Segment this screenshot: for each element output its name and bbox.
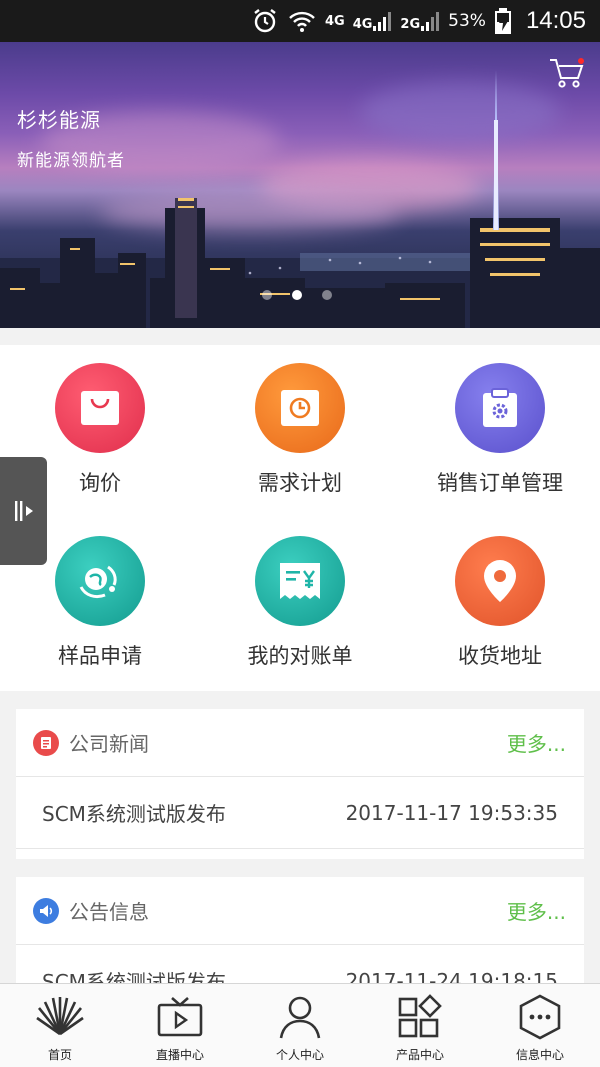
tab-label: 个人中心 xyxy=(275,1048,324,1062)
menu-item-statement[interactable]: 我的对账单 xyxy=(200,518,400,691)
announcements-header: 公告信息 更多... xyxy=(16,877,584,945)
network-type-3: 2G xyxy=(400,17,421,32)
speaker-icon xyxy=(33,897,59,924)
wifi-icon xyxy=(287,8,317,34)
side-drawer-toggle[interactable] xyxy=(0,457,47,565)
news-item-title: SCM系统测试版发布 xyxy=(42,802,226,826)
menu-item-label: 销售订单管理 xyxy=(437,471,563,495)
hexagon-chat-icon xyxy=(515,992,565,1042)
tab-products[interactable]: 产品中心 xyxy=(360,984,480,1067)
banner-title: 杉杉能源 xyxy=(17,108,101,132)
news-list-item[interactable]: SCM系统测试版发布 2017-11-17 19:53:35 xyxy=(16,777,584,849)
shopping-cart-icon[interactable] xyxy=(548,56,584,90)
location-pin-icon xyxy=(455,536,545,626)
company-news-card: 公司新闻 更多... SCM系统测试版发布 2017-11-17 19:53:3… xyxy=(16,709,584,859)
signal-icon: 4G xyxy=(353,10,393,32)
tab-label: 信息中心 xyxy=(515,1048,564,1062)
carousel-dots xyxy=(262,290,332,300)
news-doc-icon xyxy=(33,729,59,756)
network-type-1: 4G xyxy=(324,13,345,29)
receipt-yen-icon xyxy=(255,536,345,626)
grid-diamond-icon xyxy=(395,992,445,1042)
tab-profile[interactable]: 个人中心 xyxy=(240,984,360,1067)
person-icon xyxy=(275,992,325,1042)
clipboard-gear-icon xyxy=(455,363,545,453)
tab-live[interactable]: 直播中心 xyxy=(120,984,240,1067)
company-news-title: 公司新闻 xyxy=(69,732,149,756)
company-news-more-link[interactable]: 更多... xyxy=(507,728,566,757)
feature-menu-grid: 询价 需求计划 销售订单管理 样品申请 我的对账单 收货地址 xyxy=(0,345,600,691)
globe-person-icon xyxy=(55,536,145,626)
menu-item-label: 收货地址 xyxy=(458,644,542,668)
tab-messages[interactable]: 信息中心 xyxy=(480,984,600,1067)
city-skyline-image xyxy=(0,198,600,328)
status-bar: 4G 4G 2G 53% 14:05 xyxy=(0,0,600,42)
announcements-title: 公告信息 xyxy=(69,900,149,924)
card-spacer xyxy=(16,849,584,859)
tab-home[interactable]: 首页 xyxy=(0,984,120,1067)
alarm-icon xyxy=(251,7,279,35)
news-item-date: 2017-11-17 19:53:35 xyxy=(345,800,558,825)
announcements-more-link[interactable]: 更多... xyxy=(507,896,566,925)
company-news-header: 公司新闻 更多... xyxy=(16,709,584,777)
tv-play-icon xyxy=(155,992,205,1042)
banner-subtitle: 新能源领航者 xyxy=(17,151,125,171)
clock-time: 14:05 xyxy=(525,7,586,34)
shopping-bag-icon xyxy=(55,363,145,453)
carousel-dot[interactable] xyxy=(322,290,332,300)
signal-icon-2: 2G xyxy=(400,10,440,32)
battery-charging-icon xyxy=(494,7,512,35)
menu-item-label: 我的对账单 xyxy=(247,644,353,668)
menu-item-label: 样品申请 xyxy=(58,644,142,668)
hero-banner-carousel[interactable]: 杉杉能源 新能源领航者 xyxy=(0,42,600,328)
menu-item-label: 需求计划 xyxy=(258,471,342,495)
home-logo-icon xyxy=(35,992,85,1042)
tab-label: 首页 xyxy=(47,1048,72,1062)
clock-icon xyxy=(255,363,345,453)
app-screen: 4G 4G 2G 53% 14:05 杉杉能源 新能源领航者 询价 需求计划 销… xyxy=(0,0,600,1067)
tab-label: 直播中心 xyxy=(155,1048,204,1062)
battery-percent: 53% xyxy=(448,11,486,31)
tab-label: 产品中心 xyxy=(395,1048,444,1062)
carousel-dot-active[interactable] xyxy=(292,290,302,300)
menu-item-shipping-address[interactable]: 收货地址 xyxy=(400,518,600,691)
menu-item-demand-plan[interactable]: 需求计划 xyxy=(200,345,400,518)
network-type-2: 4G xyxy=(352,17,373,32)
bottom-tab-bar: 首页 直播中心 个人中心 产品中心 信息中心 xyxy=(0,983,600,1067)
carousel-dot[interactable] xyxy=(262,290,272,300)
menu-item-sales-orders[interactable]: 销售订单管理 xyxy=(400,345,600,518)
spire-image xyxy=(493,70,499,230)
drawer-expand-icon xyxy=(14,501,33,521)
